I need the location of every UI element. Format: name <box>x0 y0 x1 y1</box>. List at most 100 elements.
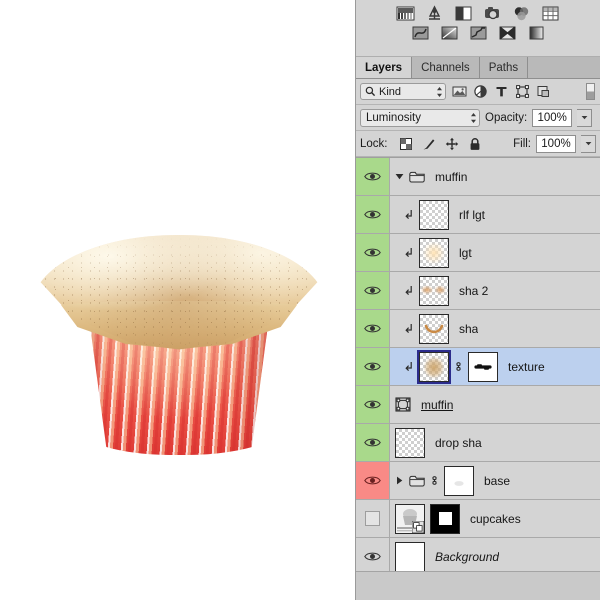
filter-shape-icon[interactable] <box>515 84 530 99</box>
layer-name-muffin-group[interactable]: muffin <box>435 170 467 184</box>
color-balance-icon[interactable] <box>411 25 430 42</box>
layer-thumbnail-cupcakes[interactable] <box>395 503 425 534</box>
link-mask-icon[interactable] <box>454 360 463 373</box>
chevron-down-icon <box>581 116 588 120</box>
fill-input[interactable]: 100% <box>536 134 576 153</box>
opacity-stepper[interactable] <box>577 108 593 127</box>
gradient-map-icon[interactable] <box>527 25 546 42</box>
chevron-updown-icon <box>471 112 476 123</box>
visibility-toggle-background[interactable] <box>356 538 390 575</box>
filter-enable-toggle[interactable] <box>586 83 595 100</box>
folder-icon <box>409 475 425 486</box>
lock-transparent-pixels-icon[interactable] <box>399 137 413 151</box>
tab-layers-label: Layers <box>365 61 403 74</box>
eye-icon <box>364 172 381 181</box>
visibility-toggle-rlf-lgt[interactable] <box>356 196 390 233</box>
adjustments-panel <box>356 0 600 57</box>
disclosure-triangle-right-icon[interactable] <box>395 476 404 485</box>
opacity-label: Opacity: <box>485 111 528 124</box>
visibility-toggle-muffin-shape[interactable] <box>356 386 390 423</box>
tab-paths[interactable]: Paths <box>479 57 529 78</box>
layer-name-drop-sha[interactable]: drop sha <box>435 436 482 450</box>
layer-body-muffin-group: muffin <box>390 158 600 195</box>
black-white-icon[interactable] <box>440 25 459 42</box>
document-canvas[interactable] <box>0 0 355 600</box>
layer-thumbnail-lgt[interactable] <box>419 237 449 268</box>
eye-icon <box>364 210 381 219</box>
layer-thumbnail-rlf-lgt[interactable] <box>419 199 449 230</box>
filter-type-icon[interactable] <box>494 84 509 99</box>
layer-row-sha[interactable]: sha <box>356 310 600 348</box>
layer-row-drop-sha[interactable]: drop sha <box>356 424 600 462</box>
layer-body-texture: texture <box>390 348 600 385</box>
hue-saturation-icon[interactable] <box>541 5 560 22</box>
chevron-updown-icon <box>437 86 442 97</box>
layer-thumbnail-drop-sha[interactable] <box>395 427 425 458</box>
layer-row-texture[interactable]: texture <box>356 348 600 386</box>
layer-row-cupcakes[interactable]: cupcakes <box>356 500 600 538</box>
layers-panel-footer <box>356 571 600 600</box>
visibility-toggle-lgt[interactable] <box>356 234 390 271</box>
layer-name-background[interactable]: Background <box>435 550 499 564</box>
layer-name-muffin-shape[interactable]: muffin <box>421 398 453 412</box>
visibility-toggle-sha[interactable] <box>356 310 390 347</box>
layer-body-rlf-lgt: rlf lgt <box>390 196 600 233</box>
curves-icon[interactable] <box>454 5 473 22</box>
layer-name-sha-2[interactable]: sha 2 <box>459 284 488 298</box>
lock-position-icon[interactable] <box>445 137 459 151</box>
blend-mode-dropdown[interactable]: Luminosity <box>360 108 480 127</box>
layer-name-cupcakes[interactable]: cupcakes <box>470 512 521 526</box>
visibility-toggle-texture[interactable] <box>356 348 390 385</box>
vector-shape-icon <box>395 397 411 412</box>
layer-row-muffin-shape[interactable]: muffin <box>356 386 600 424</box>
tab-channels[interactable]: Channels <box>412 57 480 78</box>
visibility-toggle-base[interactable] <box>356 462 390 499</box>
layer-thumbnail-sha-2[interactable] <box>419 275 449 306</box>
adjustments-row-1 <box>356 0 600 22</box>
filter-smartobject-icon[interactable] <box>536 84 551 99</box>
layer-name-base[interactable]: base <box>484 474 510 488</box>
blend-opacity-row: Luminosity Opacity: 100% <box>356 105 600 131</box>
layer-row-lgt[interactable]: lgt <box>356 234 600 272</box>
filter-pixel-icon[interactable] <box>452 84 467 99</box>
layer-name-lgt[interactable]: lgt <box>459 246 472 260</box>
layers-panel-dock: Layers Channels Paths Kind Luminosity Op… <box>355 0 600 600</box>
layer-row-rlf-lgt[interactable]: rlf lgt <box>356 196 600 234</box>
layer-thumbnail-texture[interactable] <box>417 349 451 384</box>
filter-kind-dropdown[interactable]: Kind <box>360 83 446 100</box>
visibility-toggle-drop-sha[interactable] <box>356 424 390 461</box>
layer-mask-thumbnail-cupcakes[interactable] <box>430 503 460 534</box>
visibility-empty-box <box>365 511 380 526</box>
brightness-contrast-icon[interactable] <box>396 5 415 22</box>
photo-filter-icon[interactable] <box>469 25 488 42</box>
layer-thumbnail-sha[interactable] <box>419 313 449 344</box>
layer-row-sha-2[interactable]: sha 2 <box>356 272 600 310</box>
layer-name-rlf-lgt[interactable]: rlf lgt <box>459 208 485 222</box>
channel-mixer-icon[interactable] <box>498 25 517 42</box>
layer-row-muffin-group[interactable]: muffin <box>356 158 600 196</box>
chevron-down-icon <box>585 142 591 146</box>
link-mask-icon[interactable] <box>430 474 439 487</box>
visibility-toggle-muffin-group[interactable] <box>356 158 390 195</box>
layer-name-sha[interactable]: sha <box>459 322 478 336</box>
filter-adjustment-icon[interactable] <box>473 84 488 99</box>
visibility-toggle-sha-2[interactable] <box>356 272 390 309</box>
layer-name-texture[interactable]: texture <box>508 360 545 374</box>
disclosure-triangle-down-icon[interactable] <box>395 172 404 181</box>
levels-icon[interactable] <box>425 5 444 22</box>
cupcake-artwork <box>14 205 344 455</box>
blend-mode-value: Luminosity <box>366 111 421 124</box>
opacity-input[interactable]: 100% <box>532 108 573 127</box>
lock-image-pixels-icon[interactable] <box>422 137 436 151</box>
layer-mask-thumbnail-base[interactable] <box>444 465 474 496</box>
fill-stepper[interactable] <box>581 134 596 153</box>
tab-layers[interactable]: Layers <box>356 57 413 78</box>
visibility-toggle-cupcakes[interactable] <box>356 500 390 537</box>
vibrance-icon[interactable] <box>512 5 531 22</box>
layer-mask-thumbnail-texture[interactable] <box>468 351 498 382</box>
layer-row-base[interactable]: base <box>356 462 600 500</box>
lock-all-icon[interactable] <box>468 137 482 151</box>
exposure-icon[interactable] <box>483 5 502 22</box>
layer-thumbnail-background[interactable] <box>395 541 425 572</box>
clipping-mask-arrow-icon <box>405 285 412 295</box>
